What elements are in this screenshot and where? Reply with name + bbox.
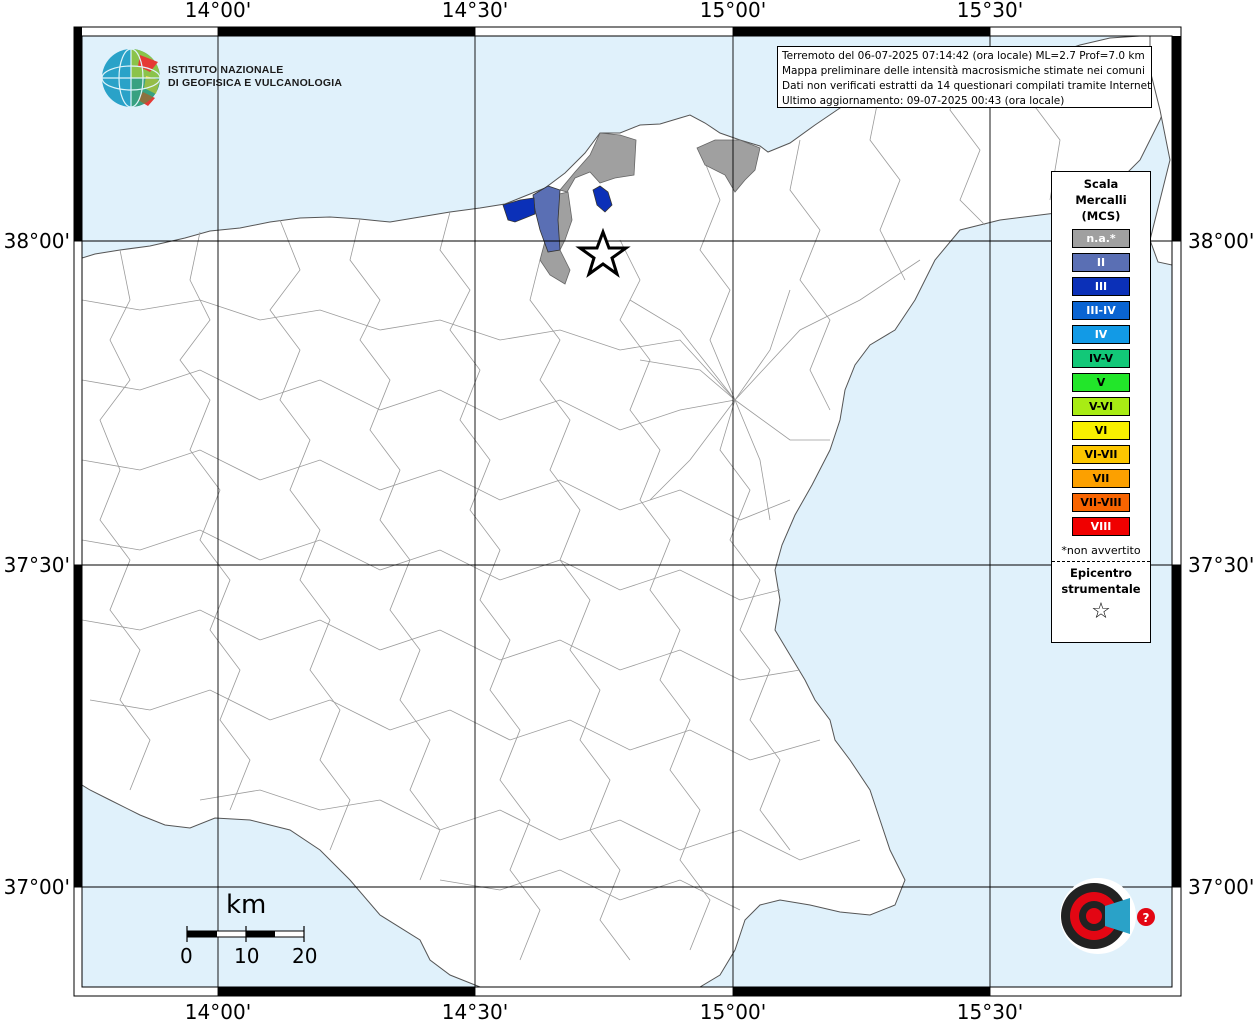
border-bar-bottom-2 [733, 987, 990, 996]
scale-tick-10: 10 [234, 944, 260, 968]
border-bar-right-1 [1172, 36, 1181, 241]
border-corner-tl [74, 27, 82, 36]
border-bar-right-2 [1172, 565, 1181, 887]
ingv-logo-line1: ISTITUTO NAZIONALE [168, 64, 284, 76]
event-info-line4: Ultimo aggiornamento: 09-07-2025 00:43 (… [782, 95, 1065, 107]
legend-title-line2: Mercalli [1075, 193, 1127, 207]
legend-item: V-VI [1072, 397, 1130, 416]
lon-label-bottom-1: 14°00' [185, 1000, 251, 1024]
lon-label-top-3: 15°00' [700, 0, 766, 22]
legend-item: III-IV [1072, 301, 1130, 320]
legend-epicenter-label: Epicentro strumentale [1052, 565, 1150, 597]
scale-unit-label: km [226, 890, 267, 920]
scale-tick-0: 0 [180, 944, 193, 968]
lon-label-bottom-3: 15°00' [700, 1000, 766, 1024]
lon-label-top-4: 15°30' [957, 0, 1023, 22]
border-bar-left-2 [74, 565, 82, 887]
lon-label-top-2: 14°30' [442, 0, 508, 22]
legend-item: VII [1072, 469, 1130, 488]
legend-item: VI-VII [1072, 445, 1130, 464]
ingv-logo-icon [101, 48, 161, 108]
border-bar-left-1 [74, 36, 82, 241]
lon-label-bottom-4: 15°30' [957, 1000, 1023, 1024]
lon-label-top-1: 14°00' [185, 0, 251, 22]
legend-title: Scala Mercalli (MCS) [1052, 176, 1150, 224]
legend-item: VIII [1072, 517, 1130, 536]
legend-epicenter-line2: strumentale [1061, 582, 1141, 596]
lat-label-left-1: 38°00' [4, 229, 70, 253]
lon-label-bottom-2: 14°30' [442, 1000, 508, 1024]
lat-label-left-3: 37°00' [4, 875, 70, 899]
legend-note: *non avvertito [1061, 544, 1141, 557]
event-info-box: Terremoto del 06-07-2025 07:14:42 (ora l… [777, 46, 1152, 108]
event-info-line1: Terremoto del 06-07-2025 07:14:42 (ora l… [782, 50, 1145, 62]
legend-item: V [1072, 373, 1130, 392]
legend-item: III [1072, 277, 1130, 296]
lat-label-right-3: 37°00' [1188, 875, 1254, 899]
legend-item: VI [1072, 421, 1130, 440]
legend-item: IV-V [1072, 349, 1130, 368]
legend-item: II [1072, 253, 1130, 272]
legend-item: VII-VIII [1072, 493, 1130, 512]
lat-label-right-1: 38°00' [1188, 229, 1254, 253]
ingv-logo-text: ISTITUTO NAZIONALE DI GEOFISICA E VULCAN… [168, 64, 342, 90]
legend-title-line3: (MCS) [1081, 209, 1121, 223]
legend-items: n.a.* II III III-IV IV IV-V V V-VI VI VI-VII VII VI… [1052, 229, 1150, 536]
lat-label-right-2: 37°30' [1188, 553, 1254, 577]
scale-tick-20: 20 [292, 944, 318, 968]
border-bar-bottom-1 [218, 987, 475, 996]
legend-epicenter-line1: Epicentro [1070, 566, 1132, 580]
legend-item: n.a.* [1072, 229, 1130, 248]
legend-title-line1: Scala [1083, 177, 1119, 191]
legend-item: IV [1072, 325, 1130, 344]
svg-text:?: ? [1143, 911, 1150, 925]
border-bar-top-2 [733, 27, 990, 36]
mcs-legend: Scala Mercalli (MCS) n.a.* II III III-IV IV I… [1051, 171, 1151, 643]
border-bar-top-1 [218, 27, 475, 36]
legend-star-icon: ☆ [1091, 599, 1111, 624]
event-info-line3: Dati non verificati estratti da 14 quest… [782, 80, 1152, 92]
legend-divider [1052, 561, 1150, 562]
ingv-logo-line2: DI GEOFISICA E VULCANOLOGIA [168, 77, 343, 89]
event-info-line2: Mappa preliminare delle intensità macros… [782, 65, 1145, 77]
lat-label-left-2: 37°30' [4, 553, 70, 577]
